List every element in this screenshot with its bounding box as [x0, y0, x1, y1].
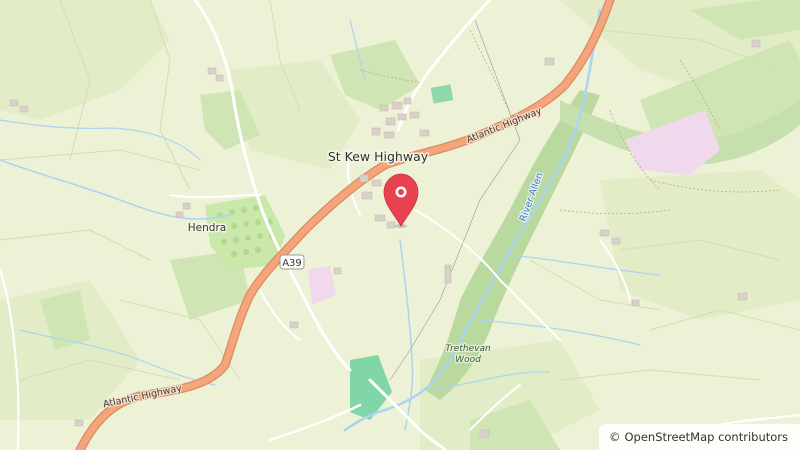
- copyright-symbol: ©: [608, 430, 621, 444]
- map-tiles: St Kew Highway Hendra Atlantic Highway A…: [0, 0, 800, 450]
- attribution-link[interactable]: OpenStreetMap contributors: [624, 430, 788, 444]
- place-label-hendra: Hendra: [188, 222, 226, 234]
- sports-pitch: [430, 84, 454, 104]
- a39-shield-label: A39: [282, 258, 302, 269]
- a39-shield: A39: [279, 254, 305, 270]
- map-attribution: © OpenStreetMap contributors: [598, 424, 800, 450]
- wood-label-trethevan: Trethevan: [445, 344, 491, 354]
- map-canvas[interactable]: St Kew Highway Hendra Atlantic Highway A…: [0, 0, 800, 450]
- place-label-st-kew-highway: St Kew Highway: [328, 149, 429, 164]
- wood-label-wood: Wood: [455, 355, 481, 365]
